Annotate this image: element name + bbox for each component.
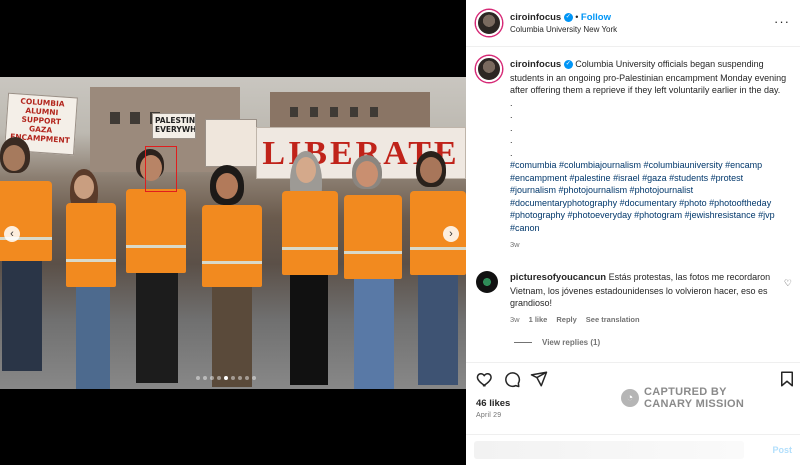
building-window [310, 107, 318, 117]
protest-sign-palestine: PALESTINE EVERYWHERE [152, 113, 196, 139]
building-window [130, 112, 140, 124]
comment-like-count[interactable]: 1 like [529, 314, 548, 327]
caption-username[interactable]: ciroinfocus [510, 59, 561, 70]
comment-item: picturesofyoucancun Estás protestas, las… [510, 271, 780, 326]
verified-badge-icon: ✓ [563, 60, 573, 70]
chevron-right-icon: › [449, 228, 453, 240]
chevron-left-icon: ‹ [10, 228, 14, 240]
likes-count[interactable]: 46 likes [476, 398, 510, 409]
caption-dots: . . . . . [510, 97, 513, 158]
carousel-dot [196, 376, 200, 380]
commenter-avatar[interactable] [476, 271, 498, 293]
comment-like-heart-icon[interactable]: ♡ [784, 278, 792, 289]
carousel-dot [224, 376, 228, 380]
author-avatar[interactable] [476, 10, 502, 36]
share-send-icon[interactable] [530, 370, 548, 388]
building-window [290, 107, 298, 117]
carousel-indicator [196, 376, 256, 380]
protest-sign-handwritten [205, 119, 257, 167]
bookmark-icon[interactable] [778, 370, 796, 388]
separator-dot: • [575, 12, 579, 22]
caption-age: 3w [510, 240, 520, 249]
post-caption: ciroinfocus ✓ Columbia University offici… [510, 58, 788, 252]
view-replies-button[interactable]: View replies (1) [514, 338, 600, 347]
comment-input[interactable] [474, 441, 744, 459]
building-window [370, 107, 378, 117]
replies-divider-line [514, 342, 532, 343]
comment-reply-button[interactable]: Reply [556, 314, 576, 327]
post-side-panel: ciroinfocus ✓ • Follow Columbia Universi… [466, 0, 800, 465]
building-window [110, 112, 120, 124]
post-date: April 29 [476, 412, 502, 419]
caption-hashtags[interactable]: #comumbia #columbiajournalism #columbiau… [510, 159, 788, 234]
like-heart-icon[interactable] [476, 370, 494, 388]
comment-age: 3w [510, 314, 520, 324]
carousel-dot [203, 376, 207, 380]
carousel-dot [252, 376, 256, 380]
carousel-dot [238, 376, 242, 380]
post-comment-button[interactable]: Post [772, 445, 792, 455]
author-line: ciroinfocus ✓ • Follow [510, 12, 611, 23]
more-options-icon[interactable]: ··· [774, 14, 790, 29]
comment-bubble-icon[interactable] [503, 370, 521, 388]
view-replies-label: View replies (1) [542, 338, 601, 347]
post-location[interactable]: Columbia University New York [510, 25, 617, 34]
face-highlight-box [145, 146, 177, 192]
action-bar-divider [466, 362, 800, 363]
author-username[interactable]: ciroinfocus [510, 12, 561, 23]
carousel-next-button[interactable]: › [443, 226, 459, 242]
carousel-dot [210, 376, 214, 380]
post-photo: COLUMBIA ALUMNI SUPPORT GAZA ENCAMPMENT … [0, 77, 466, 389]
verified-badge-icon: ✓ [563, 13, 573, 23]
building-window [330, 107, 338, 117]
canary-bird-icon: ◔ [621, 389, 639, 407]
comment-actions: 3w 1 like Reply See translation [510, 314, 780, 327]
see-translation-button[interactable]: See translation [586, 314, 640, 327]
watermark-text: CAPTURED BY CANARY MISSION [644, 386, 745, 410]
caption-author-avatar[interactable] [476, 56, 502, 82]
post-header: ciroinfocus ✓ • Follow Columbia Universi… [466, 0, 800, 47]
carousel-dot [217, 376, 221, 380]
comment-username[interactable]: picturesofyoucancun [510, 272, 606, 283]
canary-mission-watermark: ◔ CAPTURED BY CANARY MISSION [621, 386, 744, 410]
instagram-post-window: COLUMBIA ALUMNI SUPPORT GAZA ENCAMPMENT … [0, 0, 800, 465]
add-comment-bar: Post [466, 434, 800, 465]
carousel-dot [231, 376, 235, 380]
carousel-prev-button[interactable]: ‹ [4, 226, 20, 242]
post-media: COLUMBIA ALUMNI SUPPORT GAZA ENCAMPMENT … [0, 0, 466, 465]
carousel-dot [245, 376, 249, 380]
building-window [350, 107, 358, 117]
follow-button[interactable]: Follow [581, 12, 611, 23]
